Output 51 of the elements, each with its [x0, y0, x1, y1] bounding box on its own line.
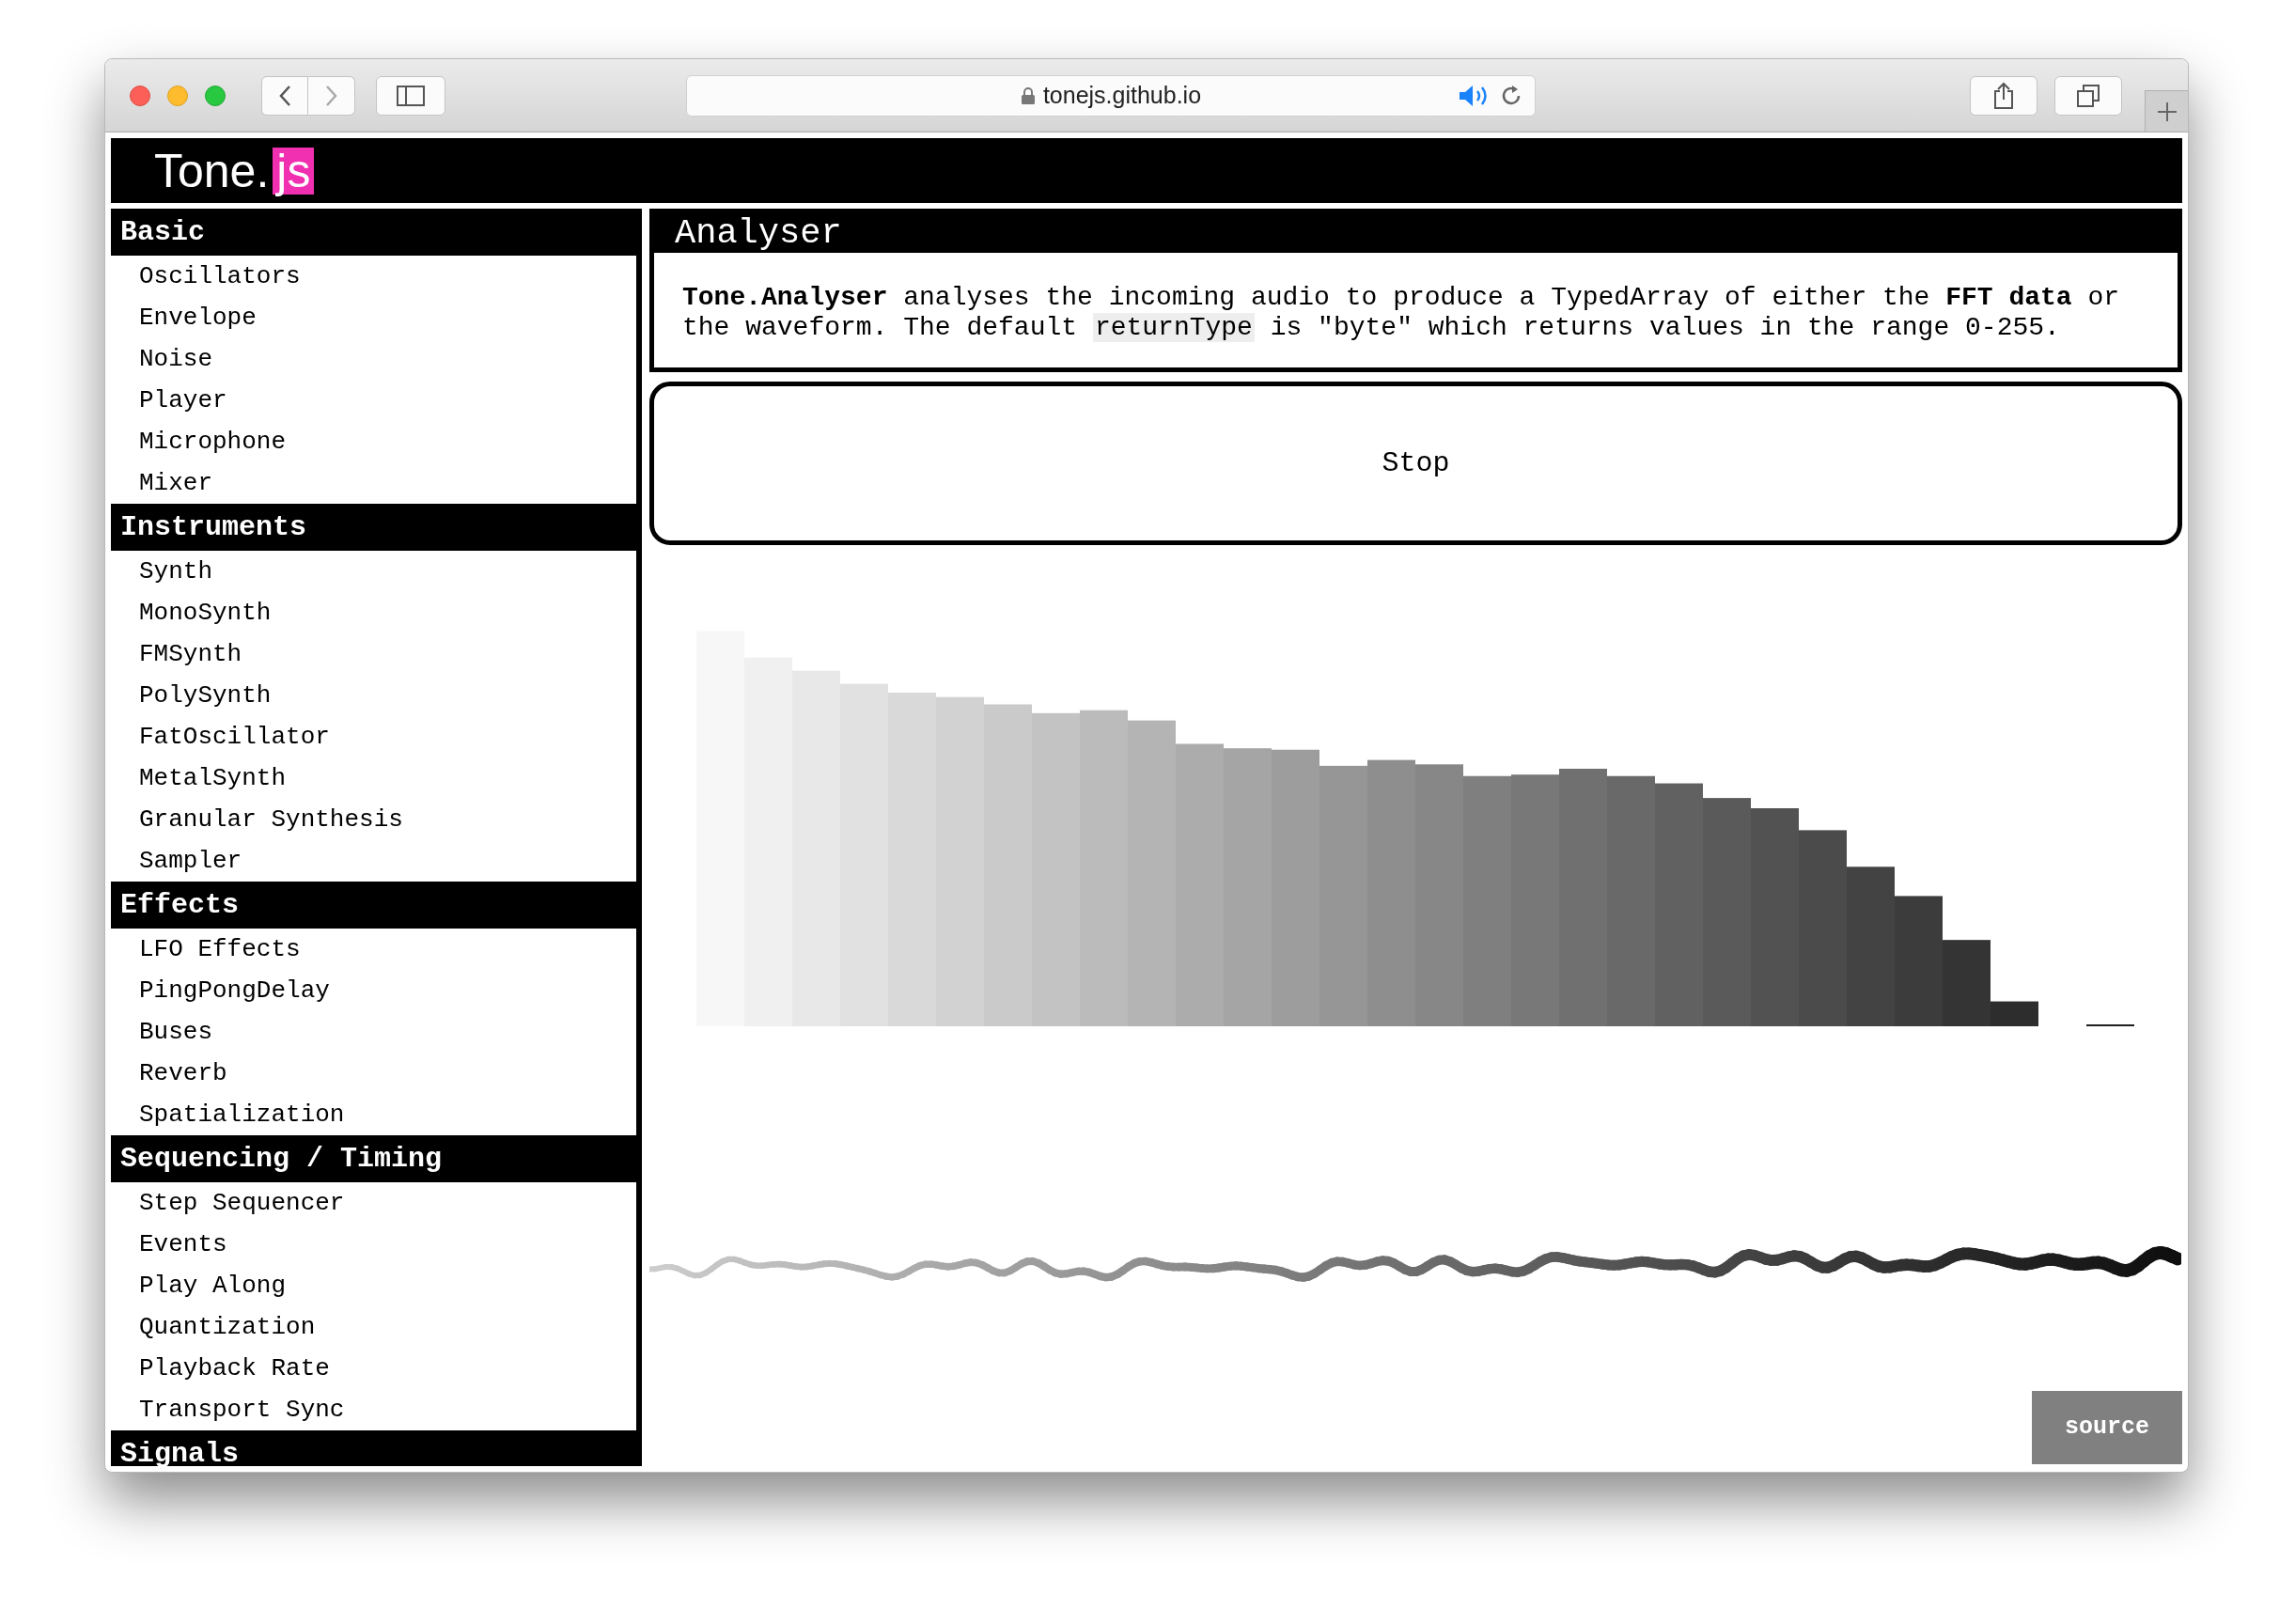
- sidebar-link[interactable]: Spatialization: [111, 1094, 636, 1135]
- url-text: tonejs.github.io: [1042, 80, 1202, 110]
- example-title: Analyser: [675, 215, 842, 251]
- sidebar-link[interactable]: Reverb: [111, 1053, 636, 1094]
- lock-icon: [1020, 86, 1036, 105]
- sidebar-icon: [396, 84, 426, 107]
- sidebar-link[interactable]: Microphone: [111, 421, 636, 462]
- sidebar-link[interactable]: MonoSynth: [111, 592, 636, 633]
- sidebar-link[interactable]: FatOscillator: [111, 716, 636, 757]
- sidebar-link[interactable]: Player: [111, 380, 636, 421]
- source-button[interactable]: source: [2032, 1391, 2182, 1464]
- example-description: Tone.Analyser analyses the incoming audio to produce a TypedArray of either the FFT data or the waveform. The default returnType is "byte" which returns values in the range 0-255.: [681, 282, 2121, 344]
- chevron-left-icon: [278, 84, 291, 107]
- sidebar-link[interactable]: Events: [111, 1224, 636, 1265]
- tabs-icon: [2076, 83, 2100, 108]
- sidebar-link[interactable]: Mixer: [111, 462, 636, 504]
- sidebar-link[interactable]: Buses: [111, 1011, 636, 1053]
- sidebar-link[interactable]: Quantization: [111, 1306, 636, 1348]
- logo[interactable]: Tone. js: [154, 147, 315, 195]
- sidebar-button[interactable]: [376, 75, 445, 116]
- sidebar-link[interactable]: FMSynth: [111, 633, 636, 675]
- share-icon: [1992, 81, 2015, 110]
- back-button[interactable]: [261, 75, 308, 116]
- sidebar-link[interactable]: Transport Sync: [111, 1389, 636, 1430]
- section-header: Sequencing / Timing: [111, 1135, 636, 1182]
- share-button[interactable]: [1970, 75, 2037, 116]
- tabs-button[interactable]: [2054, 75, 2122, 116]
- sidebar-link[interactable]: PolySynth: [111, 675, 636, 716]
- sidebar-link[interactable]: Synth: [111, 551, 636, 592]
- section-header: Basic: [111, 209, 636, 256]
- sidebar-link[interactable]: Playback Rate: [111, 1348, 636, 1389]
- sidebar-link[interactable]: Step Sequencer: [111, 1182, 636, 1224]
- sidebar-link[interactable]: Granular Synthesis: [111, 799, 636, 840]
- section-header: Effects: [111, 882, 636, 929]
- sidebar-link[interactable]: Play Along: [111, 1265, 636, 1306]
- close-window-button[interactable]: [130, 85, 150, 106]
- section-header: Signals: [111, 1430, 636, 1466]
- sidebar-link[interactable]: LFO Effects: [111, 929, 636, 970]
- sidebar-link[interactable]: Sampler: [111, 840, 636, 882]
- maximize-window-button[interactable]: [205, 85, 226, 106]
- sidebar-link[interactable]: Noise: [111, 338, 636, 380]
- sidebar-link[interactable]: PingPongDelay: [111, 970, 636, 1011]
- chevron-right-icon: [324, 84, 338, 107]
- sidebar-link[interactable]: Envelope: [111, 297, 636, 338]
- section-header: Instruments: [111, 504, 636, 551]
- sidebar-link[interactable]: MetalSynth: [111, 757, 636, 799]
- stop-button[interactable]: Stop: [649, 382, 2182, 545]
- address-bar[interactable]: tonejs.github.io: [686, 74, 1536, 117]
- sidebar-link[interactable]: Oscillators: [111, 256, 636, 297]
- plus-icon: [2156, 101, 2178, 122]
- new-tab-button[interactable]: [2145, 90, 2188, 132]
